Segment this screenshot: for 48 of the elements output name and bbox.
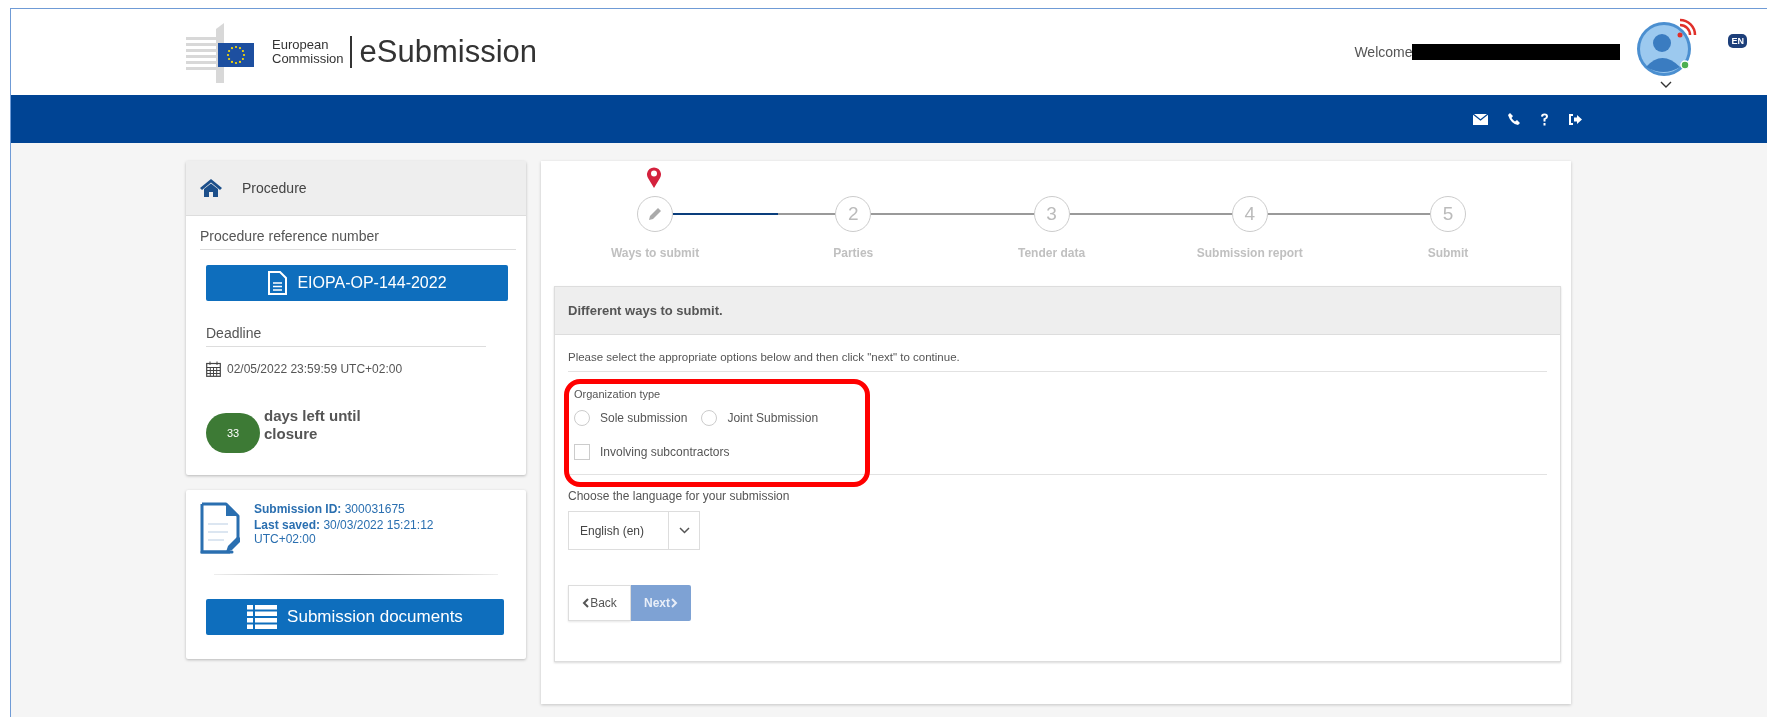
logout-icon[interactable] bbox=[1569, 113, 1582, 125]
chevron-left-icon bbox=[582, 598, 590, 608]
radio-option[interactable]: Joint Submission bbox=[701, 410, 819, 426]
days-count-badge: 33 bbox=[206, 413, 260, 453]
document-edit-icon bbox=[200, 502, 240, 556]
step-circle[interactable]: 3 bbox=[1033, 196, 1070, 232]
instruction-text: Please select the appropriate options below and then click "next" to continue. bbox=[568, 335, 1547, 372]
calendar-icon bbox=[206, 361, 221, 377]
chevron-down-icon bbox=[678, 527, 690, 534]
field-label: Procedure reference number bbox=[200, 228, 516, 250]
step-circle[interactable]: 4 bbox=[1231, 196, 1268, 232]
form-title: Different ways to submit. bbox=[555, 287, 1560, 335]
field-label: Deadline bbox=[206, 325, 486, 347]
pencil-icon bbox=[648, 207, 662, 221]
document-icon bbox=[267, 271, 288, 295]
back-button[interactable]: Back bbox=[568, 585, 631, 621]
step-circle[interactable]: 2 bbox=[835, 196, 872, 232]
home-icon[interactable] bbox=[200, 179, 222, 197]
submission-id: Submission ID: 300031675 bbox=[254, 502, 406, 516]
help-icon[interactable] bbox=[1540, 112, 1549, 126]
deadline-date: 02/05/2022 23:59:59 UTC+02:00 bbox=[227, 362, 403, 376]
caret-icon[interactable] bbox=[1660, 81, 1673, 89]
step-label[interactable]: Ways to submit bbox=[610, 246, 700, 260]
field-label: Organization type bbox=[574, 388, 662, 400]
org-name: Commission bbox=[272, 52, 344, 66]
language-badge[interactable]: EN bbox=[1728, 34, 1747, 48]
language-select[interactable]: English (en) bbox=[568, 511, 700, 550]
app-title: eSubmission bbox=[359, 34, 537, 70]
chevron-right-icon bbox=[671, 598, 678, 608]
welcome-text: Welcome bbox=[1354, 44, 1413, 60]
step-label[interactable]: Parties bbox=[833, 246, 874, 260]
days-left-text: days left until closure bbox=[264, 407, 362, 443]
list-icon bbox=[247, 605, 278, 629]
radio-option[interactable]: Sole submission bbox=[574, 410, 688, 426]
org-name: European bbox=[272, 38, 330, 52]
step-label[interactable]: Tender data bbox=[1017, 246, 1086, 260]
step-label[interactable]: Submit bbox=[1427, 246, 1469, 260]
last-saved: Last saved: 30/03/2022 15:21:12 UTC+02:00 bbox=[254, 518, 435, 546]
step-circle[interactable]: 5 bbox=[1430, 196, 1466, 232]
submission-documents-button[interactable]: Submission documents bbox=[206, 599, 504, 635]
step-label[interactable]: Submission report bbox=[1196, 246, 1303, 260]
phone-icon[interactable] bbox=[1508, 113, 1520, 125]
checkbox-option[interactable]: Involving subcontractors bbox=[574, 444, 1547, 460]
field-label: Choose the language for your submission bbox=[568, 489, 791, 503]
mail-icon[interactable] bbox=[1473, 113, 1488, 125]
location-pin-icon bbox=[646, 166, 662, 188]
reference-button[interactable]: EIOPA-OP-144-2022 bbox=[206, 265, 508, 301]
card-title: Procedure bbox=[242, 180, 307, 196]
